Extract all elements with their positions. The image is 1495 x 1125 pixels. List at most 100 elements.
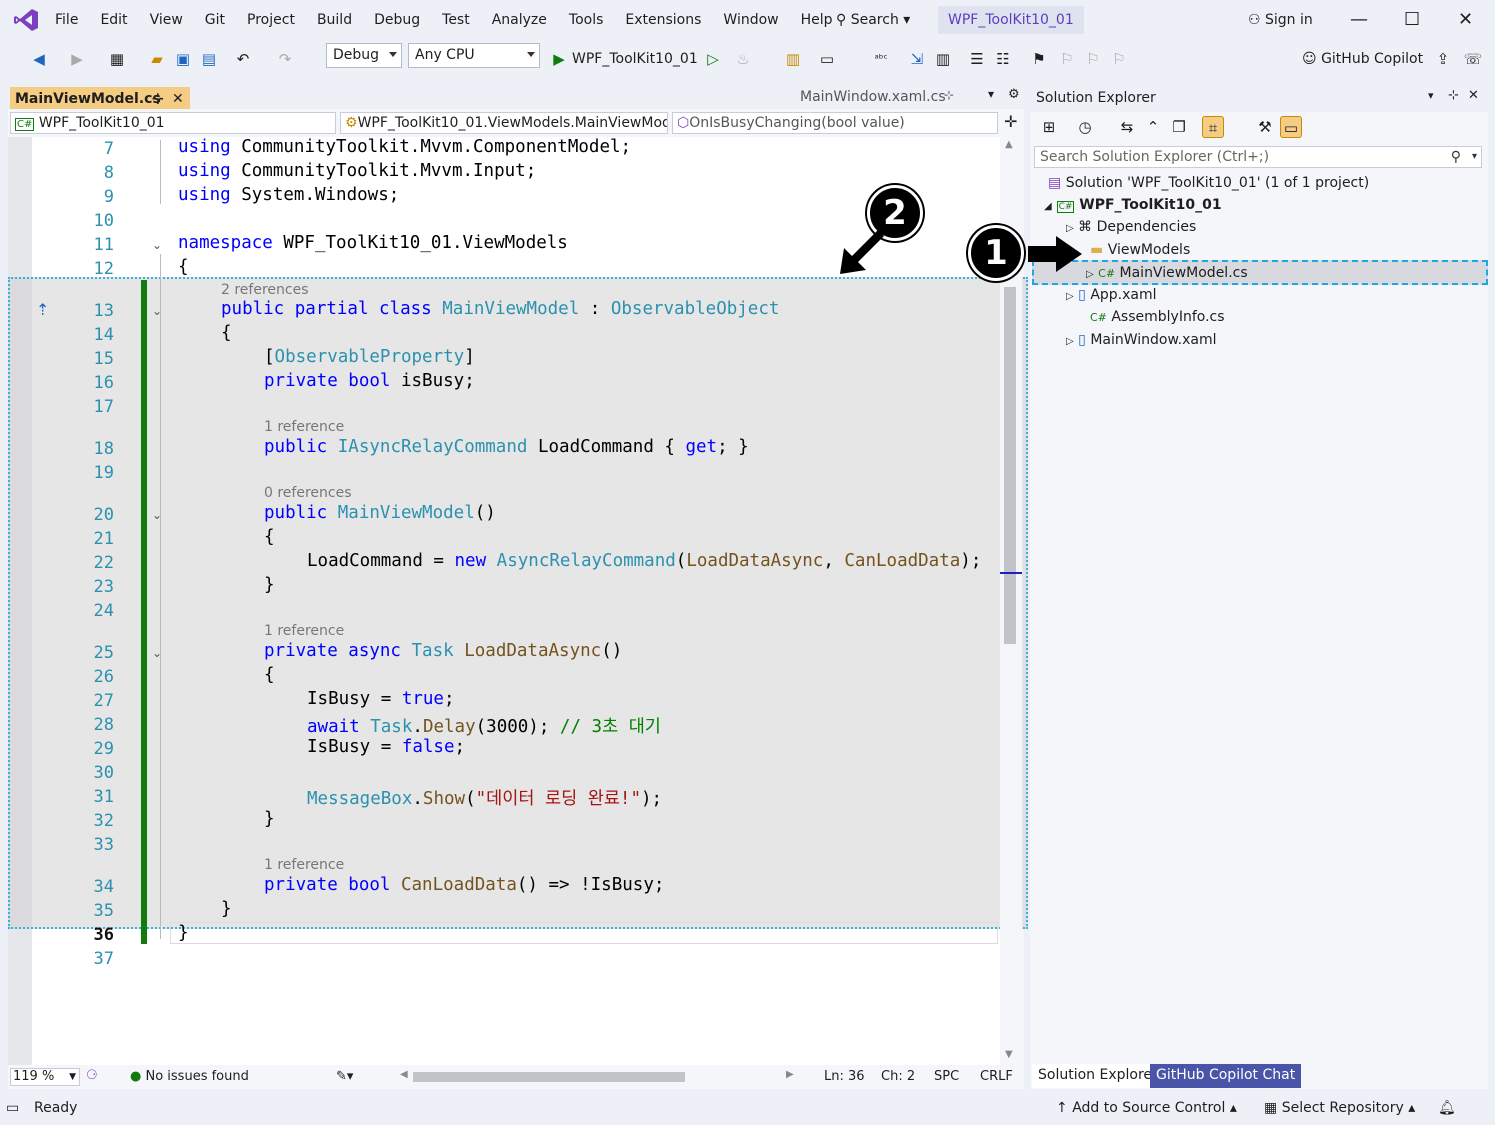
menu-edit[interactable]: Edit [89, 0, 138, 40]
tree-solution[interactable]: ▤ Solution 'WPF_ToolKit10_01' (1 of 1 pr… [1048, 172, 1369, 194]
tree-folder-viewmodels[interactable]: ▬ ViewModels [1090, 239, 1190, 261]
close-tab-icon[interactable]: ✕ [172, 89, 184, 109]
scroll-right-icon[interactable]: ▶ [786, 1069, 794, 1080]
hot-reload-icon[interactable]: ♨ [732, 48, 754, 70]
line-indicator[interactable]: Ln: 36 [824, 1068, 865, 1086]
github-copilot-button[interactable]: ☺ GitHub Copilot [1302, 46, 1423, 72]
redo-icon[interactable]: ↷ [274, 48, 296, 70]
zoom-dropdown[interactable]: 119 % ▼ [10, 1068, 80, 1086]
select-repository-button[interactable]: ▦ Select Repository ▴ [1264, 1092, 1415, 1125]
preview-icon[interactable]: ▭ [1280, 116, 1302, 138]
columns-icon[interactable]: ▥ [932, 48, 954, 70]
start-without-debug-icon[interactable]: ▷ [702, 48, 724, 70]
tree-file-mainwindow-xaml[interactable]: ▷ ▯ MainWindow.xaml [1066, 329, 1217, 353]
pin-icon[interactable]: ⊹ [1448, 88, 1459, 103]
menu-debug[interactable]: Debug [363, 0, 431, 40]
maximize-button[interactable]: ☐ [1404, 0, 1420, 40]
cleanup-icon[interactable]: ✎▾ [336, 1068, 353, 1086]
track-active-icon[interactable]: ⌗ [1202, 116, 1224, 138]
pin-icon[interactable]: ⊹ [152, 89, 164, 109]
column-indicator[interactable]: Ch: 2 [881, 1068, 915, 1086]
scroll-left-icon[interactable]: ◀ [400, 1069, 408, 1080]
tree-file-mainviewmodel[interactable]: ▷ C# MainViewModel.cs [1086, 262, 1248, 286]
menu-file[interactable]: File [44, 0, 89, 40]
menu-build[interactable]: Build [306, 0, 363, 40]
search-button[interactable]: ⚲ Search ▾ [836, 0, 910, 40]
indent-icon[interactable]: ☷ [992, 48, 1014, 70]
sync-icon[interactable]: ⇆ [1116, 116, 1138, 138]
save-all-icon[interactable]: ▤ [198, 48, 220, 70]
properties-icon[interactable]: ⚒ [1254, 116, 1276, 138]
menu-extensions[interactable]: Extensions [614, 0, 712, 40]
menu-view[interactable]: View [139, 0, 194, 40]
tab-solution-explorer[interactable]: Solution Explorer [1032, 1064, 1164, 1088]
switch-views-icon[interactable]: ⊞ [1038, 116, 1060, 138]
open-folder-icon[interactable]: ▰ [146, 48, 168, 70]
output-icon[interactable]: ▭ [6, 1092, 19, 1125]
sign-in-button[interactable]: ⚇ Sign in [1248, 0, 1313, 40]
tab-overflow-icon[interactable]: ▾ [988, 87, 994, 101]
close-icon[interactable]: ✕ [1468, 88, 1479, 103]
back-icon[interactable]: ◀ [28, 48, 50, 70]
tree-file-app-xaml[interactable]: ▷ ▯ App.xaml [1066, 284, 1157, 308]
bookmark-icon[interactable]: ⚑ [1028, 48, 1050, 70]
menu-project[interactable]: Project [236, 0, 306, 40]
configuration-dropdown[interactable]: Debug [326, 43, 402, 68]
member-nav-dropdown[interactable]: ⬡OnIsBusyChanging(bool value) [672, 112, 998, 134]
menu-git[interactable]: Git [194, 0, 236, 40]
collapse-all-icon[interactable]: ⌃ [1142, 116, 1164, 138]
scrollbar-thumb[interactable] [1004, 287, 1016, 644]
tree-project[interactable]: ◢ C# WPF_ToolKit10_01 [1044, 194, 1222, 218]
health-icon[interactable]: ⚆ [86, 1068, 98, 1083]
clear-bookmark-icon[interactable]: ⚐ [1108, 48, 1130, 70]
run-target-label[interactable]: WPF_ToolKit10_01 [572, 46, 698, 72]
split-editor-icon[interactable]: ✛ [1004, 112, 1017, 131]
tree-file-assemblyinfo[interactable]: C# AssemblyInfo.cs [1090, 306, 1225, 329]
menu-window[interactable]: Window [712, 0, 789, 40]
collapse-icon[interactable]: ⌄ [152, 238, 162, 252]
codelens-references[interactable]: 1 reference [264, 419, 344, 435]
platform-dropdown[interactable]: Any CPU [408, 43, 540, 68]
project-nav-dropdown[interactable]: C# WPF_ToolKit10_01 [10, 112, 336, 134]
show-all-files-icon[interactable]: ❐ [1168, 116, 1190, 138]
tab-mainviewmodel[interactable]: MainViewModel.cs ⊹ ✕ [10, 87, 190, 109]
share-icon[interactable]: ⇪ [1432, 48, 1454, 70]
prev-bookmark-icon[interactable]: ⚐ [1056, 48, 1078, 70]
menu-tools[interactable]: Tools [558, 0, 615, 40]
menu-analyze[interactable]: Analyze [481, 0, 558, 40]
outdent-icon[interactable]: ☰ [966, 48, 988, 70]
scroll-down-icon[interactable]: ▼ [1005, 1049, 1013, 1060]
codelens-references[interactable]: 0 references [264, 485, 352, 501]
history-icon[interactable]: ◷ [1074, 116, 1096, 138]
codelens-references[interactable]: 2 references [221, 282, 309, 298]
minimize-button[interactable]: — [1350, 0, 1368, 40]
visual-studio-logo-icon[interactable] [13, 8, 39, 32]
close-window-button[interactable]: ✕ [1458, 0, 1473, 40]
horizontal-scrollbar-thumb[interactable] [413, 1072, 685, 1082]
issues-indicator[interactable]: ● No issues found [130, 1068, 249, 1086]
menu-test[interactable]: Test [431, 0, 481, 40]
scroll-up-icon[interactable]: ▲ [1005, 139, 1013, 150]
tab-mainwindow-xaml-cs[interactable]: MainWindow.xaml.cs [800, 87, 946, 107]
feedback-icon[interactable]: ☏ [1462, 48, 1484, 70]
codelens-references[interactable]: 1 reference [264, 623, 344, 639]
next-bookmark-icon[interactable]: ⚐ [1082, 48, 1104, 70]
panel-menu-icon[interactable]: ▾ [1428, 89, 1434, 102]
class-nav-dropdown[interactable]: ⚙WPF_ToolKit10_01.ViewModels.MainViewMod [340, 112, 668, 134]
layout-icon[interactable]: ▭ [816, 48, 838, 70]
solution-search-input[interactable]: Search Solution Explorer (Ctrl+;) ⚲ ▾ [1034, 146, 1482, 168]
step-icon[interactable]: ⇲ [906, 48, 928, 70]
forward-icon[interactable]: ▶ [66, 48, 88, 70]
start-debug-icon[interactable]: ▶ [548, 48, 570, 70]
spell-check-icon[interactable]: ᵃᵇᶜ [870, 48, 892, 70]
save-icon[interactable]: ▣ [172, 48, 194, 70]
tab-github-copilot-chat[interactable]: GitHub Copilot Chat [1150, 1064, 1302, 1088]
add-source-control-button[interactable]: ↑ Add to Source Control ▴ [1056, 1092, 1237, 1125]
implements-glyph-icon[interactable]: ⇡ [36, 300, 49, 319]
undo-icon[interactable]: ↶ [232, 48, 254, 70]
browse-icon[interactable]: ▥ [782, 48, 804, 70]
notifications-icon[interactable]: 🔔︎ [1438, 1092, 1456, 1125]
new-project-icon[interactable]: ▦ [106, 48, 128, 70]
whitespace-indicator[interactable]: SPC [934, 1068, 959, 1086]
gear-icon[interactable]: ⚙ [1008, 87, 1020, 102]
